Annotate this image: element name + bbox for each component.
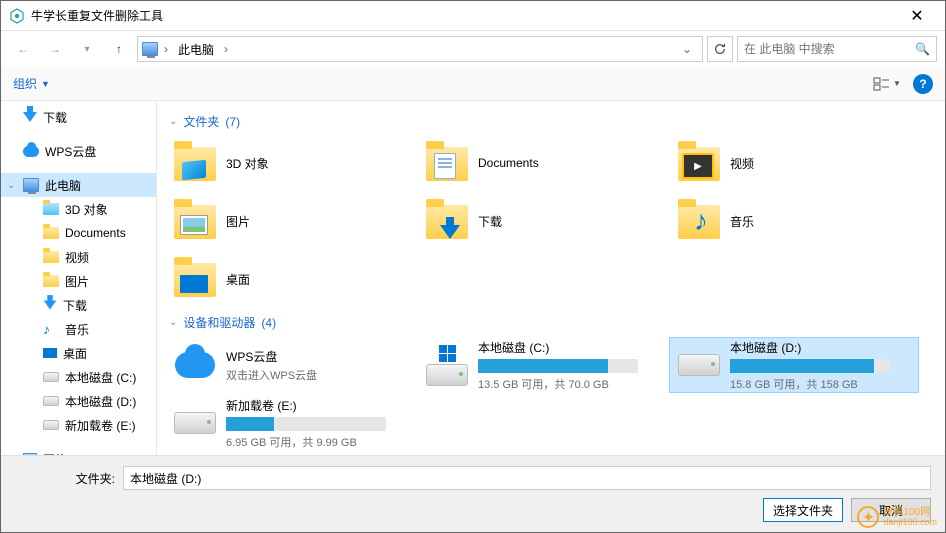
search-box[interactable]: 🔍 bbox=[737, 36, 937, 62]
drive-icon bbox=[43, 372, 59, 382]
desktop-icon bbox=[43, 348, 57, 358]
folder-icon bbox=[678, 147, 720, 181]
folder-icon bbox=[174, 205, 216, 239]
folder-item-documents[interactable]: Documents bbox=[417, 136, 667, 192]
address-bar[interactable]: › 此电脑 › ⌄ bbox=[137, 36, 703, 62]
folder-icon bbox=[426, 147, 468, 181]
chevron-down-icon: ▼ bbox=[893, 79, 901, 88]
group-header-devices[interactable]: ⌄ 设备和驱动器 (4) bbox=[165, 308, 937, 337]
device-item-drive-c[interactable]: 本地磁盘 (C:)13.5 GB 可用，共 70.0 GB bbox=[417, 337, 667, 393]
cancel-button[interactable]: 取消 bbox=[851, 498, 931, 522]
folder-icon bbox=[43, 251, 59, 263]
sidebar-item-drive-e[interactable]: 新加载卷 (E:) bbox=[1, 413, 156, 437]
folder-icon bbox=[174, 263, 216, 297]
folder-icon bbox=[43, 227, 59, 239]
close-button[interactable]: ✕ bbox=[897, 2, 937, 30]
select-folder-button[interactable]: 选择文件夹 bbox=[763, 498, 843, 522]
recent-dropdown[interactable]: ▾ bbox=[73, 35, 101, 63]
search-icon: 🔍 bbox=[915, 42, 930, 56]
download-icon bbox=[44, 301, 57, 310]
drive-icon bbox=[174, 412, 216, 434]
folder-item-downloads[interactable]: 下载 bbox=[417, 194, 667, 250]
chevron-down-icon[interactable]: ⌄ bbox=[7, 180, 15, 191]
chevron-down-icon: ⌄ bbox=[169, 116, 177, 127]
toolbar: 组织 ▼ ▼ ? bbox=[1, 67, 945, 101]
drive-icon bbox=[426, 364, 468, 386]
cloud-icon bbox=[175, 352, 215, 378]
drive-icon bbox=[43, 420, 59, 430]
organize-menu[interactable]: 组织 ▼ bbox=[13, 75, 50, 92]
sidebar-item-music[interactable]: ♪音乐 bbox=[1, 317, 156, 341]
capacity-bar bbox=[478, 359, 638, 373]
folder-icon bbox=[426, 205, 468, 239]
address-dropdown[interactable]: ⌄ bbox=[676, 42, 698, 56]
device-item-drive-d[interactable]: 本地磁盘 (D:)15.8 GB 可用，共 158 GB bbox=[669, 337, 919, 393]
sidebar-item-thispc[interactable]: ⌄ 此电脑 bbox=[1, 173, 156, 197]
pc-icon bbox=[23, 178, 39, 192]
sidebar: 下载 WPS云盘 ⌄ 此电脑 3D 对象 Documents 视频 图片 下载 … bbox=[1, 101, 157, 483]
folder-label: 文件夹: bbox=[15, 470, 115, 487]
folder-item-videos[interactable]: 视频 bbox=[669, 136, 919, 192]
search-input[interactable] bbox=[744, 42, 915, 56]
sidebar-item-videos[interactable]: 视频 bbox=[1, 245, 156, 269]
sidebar-item-downloads-sub[interactable]: 下载 bbox=[1, 293, 156, 317]
bottom-panel: 文件夹: 选择文件夹 取消 bbox=[1, 455, 945, 532]
sidebar-item-documents[interactable]: Documents bbox=[1, 221, 156, 245]
sidebar-item-downloads[interactable]: 下载 bbox=[1, 105, 156, 129]
chevron-right-icon[interactable]: › bbox=[222, 42, 230, 56]
chevron-right-icon[interactable]: › bbox=[162, 42, 170, 56]
up-button[interactable]: ↑ bbox=[105, 35, 133, 63]
drive-icon bbox=[43, 396, 59, 406]
folder-item-desktop[interactable]: 桌面 bbox=[165, 252, 415, 308]
device-item-drive-e[interactable]: 新加载卷 (E:)6.95 GB 可用，共 9.99 GB bbox=[165, 395, 415, 451]
capacity-bar bbox=[226, 417, 386, 431]
folder-item-music[interactable]: ♪音乐 bbox=[669, 194, 919, 250]
forward-button: → bbox=[41, 35, 69, 63]
pc-icon bbox=[142, 42, 158, 56]
music-icon: ♪ bbox=[43, 321, 59, 337]
drive-icon bbox=[678, 354, 720, 376]
breadcrumb-thispc[interactable]: 此电脑 bbox=[174, 39, 218, 60]
chevron-down-icon: ⌄ bbox=[169, 317, 177, 328]
folder-item-pictures[interactable]: 图片 bbox=[165, 194, 415, 250]
view-icons-button[interactable]: ▼ bbox=[871, 72, 903, 96]
sidebar-item-3d[interactable]: 3D 对象 bbox=[1, 197, 156, 221]
file-list: ⌄ 文件夹 (7) 3D 对象 Documents 视频 图片 下载 ♪音乐 桌… bbox=[157, 101, 945, 483]
windows-icon bbox=[439, 345, 456, 362]
sidebar-item-drive-d[interactable]: 本地磁盘 (D:) bbox=[1, 389, 156, 413]
navigation-bar: ← → ▾ ↑ › 此电脑 › ⌄ 🔍 bbox=[1, 31, 945, 67]
title-bar: 牛学长重复文件删除工具 ✕ bbox=[1, 1, 945, 31]
app-icon bbox=[9, 8, 25, 24]
folder-icon bbox=[174, 147, 216, 181]
folder-input[interactable] bbox=[123, 466, 931, 490]
capacity-bar bbox=[730, 359, 890, 373]
chevron-down-icon: ▼ bbox=[41, 79, 50, 89]
device-item-wps[interactable]: WPS云盘双击进入WPS云盘 bbox=[165, 337, 415, 393]
download-icon bbox=[23, 112, 37, 122]
sidebar-item-drive-c[interactable]: 本地磁盘 (C:) bbox=[1, 365, 156, 389]
folder-icon bbox=[43, 275, 59, 287]
sidebar-item-pictures[interactable]: 图片 bbox=[1, 269, 156, 293]
help-button[interactable]: ? bbox=[913, 74, 933, 94]
window-title: 牛学长重复文件删除工具 bbox=[31, 7, 897, 24]
back-button: ← bbox=[9, 35, 37, 63]
folder-icon bbox=[43, 203, 59, 215]
folder-icon: ♪ bbox=[678, 205, 720, 239]
folder-item-3d[interactable]: 3D 对象 bbox=[165, 136, 415, 192]
cloud-icon bbox=[23, 146, 39, 157]
refresh-button[interactable] bbox=[707, 36, 733, 62]
group-header-folders[interactable]: ⌄ 文件夹 (7) bbox=[165, 107, 937, 136]
sidebar-item-wps[interactable]: WPS云盘 bbox=[1, 139, 156, 163]
sidebar-item-desktop[interactable]: 桌面 bbox=[1, 341, 156, 365]
